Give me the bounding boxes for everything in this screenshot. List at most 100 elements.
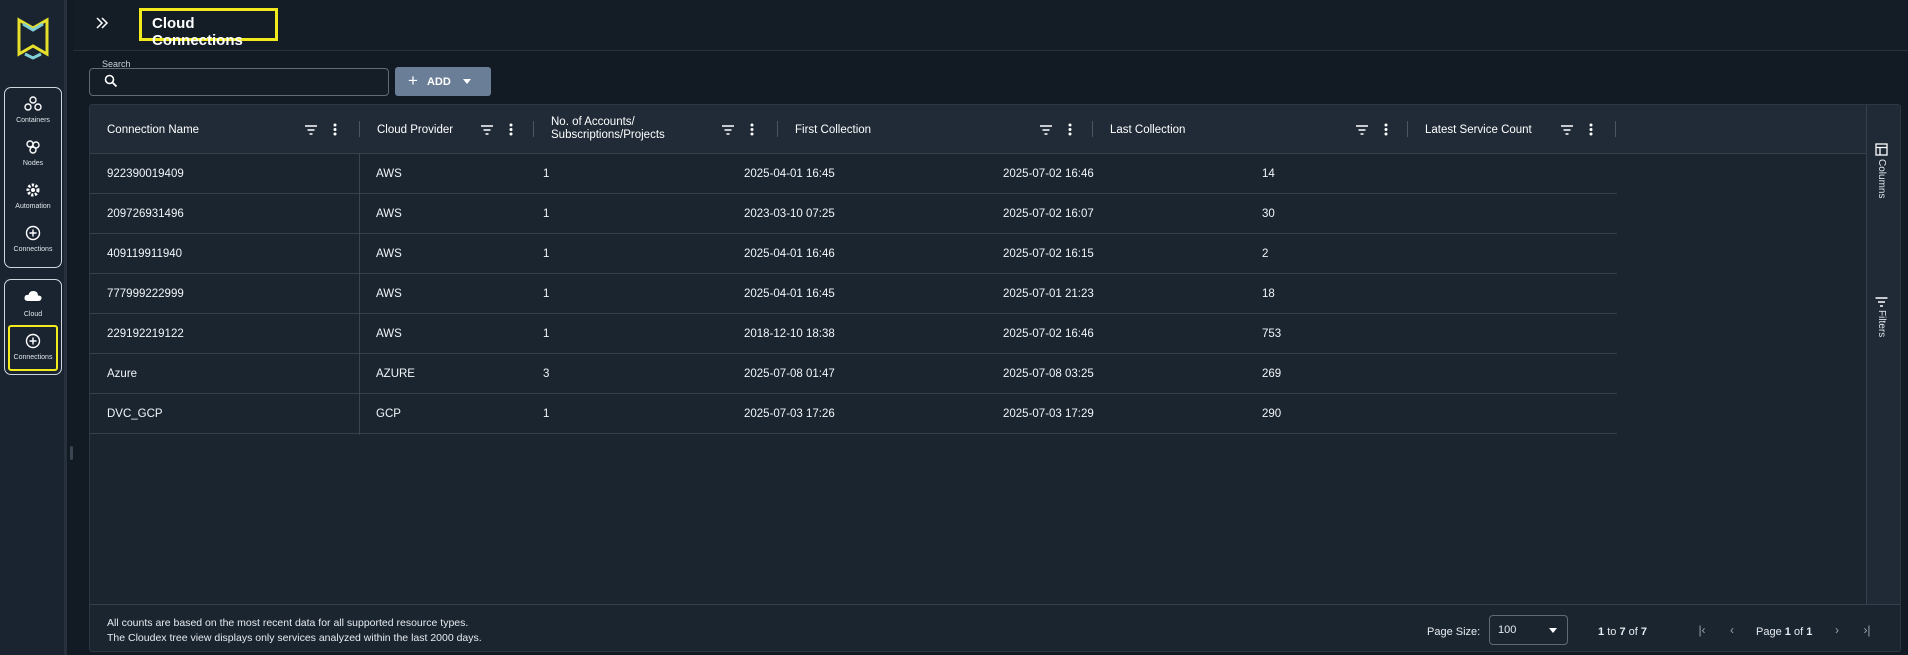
cell-latest-service-count: 753 (1262, 328, 1282, 340)
cell-last-collection: 2025-07-08 03:25 (1003, 368, 1094, 380)
filter-icon[interactable] (481, 124, 493, 135)
cell-latest-service-count: 30 (1262, 208, 1275, 220)
column-header-label: Cloud Provider (377, 123, 454, 136)
cell-latest-service-count: 290 (1262, 408, 1282, 420)
next-page-icon[interactable]: › (1830, 623, 1844, 637)
plus-circle-icon (25, 223, 41, 243)
cell-latest-service-count: 18 (1262, 288, 1275, 300)
rail-resize-handle[interactable] (70, 446, 73, 460)
page-info: Page 1 of 1 (1756, 626, 1812, 638)
cell-first-collection: 2025-04-01 16:45 (744, 168, 835, 180)
cell-accounts: 1 (543, 208, 550, 220)
cloud-icon (23, 286, 43, 306)
page-size-select[interactable]: 100 (1489, 615, 1568, 645)
cell-first-collection: 2018-12-10 18:38 (744, 328, 835, 340)
cell-accounts: 1 (543, 328, 550, 340)
cell-accounts: 1 (543, 408, 550, 420)
page-size-label: Page Size: (1427, 626, 1481, 638)
rail-item-cloud[interactable]: Cloud (5, 282, 61, 324)
cell-connection-name: 409119911940 (107, 248, 183, 260)
rail-item-cloud-connections[interactable]: Connections (8, 325, 58, 371)
search-input[interactable] (89, 68, 389, 96)
cell-accounts: 1 (543, 168, 550, 180)
table-row[interactable]: 922390019409 AWS 1 2025-04-01 16:45 2025-07-… (90, 154, 1617, 194)
rail-item-label: Containers (16, 117, 50, 124)
column-separator[interactable] (1615, 121, 1616, 137)
add-button[interactable]: + ADD (395, 67, 491, 96)
table-row[interactable]: DVC_GCP GCP 1 2025-07-03 17:26 2025-07-03 17… (90, 394, 1617, 434)
cell-latest-service-count: 14 (1262, 168, 1275, 180)
tab-columns[interactable]: Columns (1875, 143, 1888, 198)
rail-item-label: Connections (13, 246, 53, 253)
column-menu-icon[interactable] (509, 123, 513, 136)
cloudex-logo[interactable] (16, 16, 50, 60)
side-panel: Columns Filters (1866, 105, 1900, 604)
table-row[interactable]: 229192219122 AWS 1 2018-12-10 18:38 2025-07-… (90, 314, 1617, 354)
range-from: 1 (1598, 626, 1605, 638)
rail-item-automation[interactable]: Automation (5, 176, 61, 218)
cell-last-collection: 2025-07-02 16:46 (1003, 168, 1094, 180)
cell-accounts: 1 (543, 288, 550, 300)
column-header-label: Latest Service Count (1425, 123, 1532, 136)
cell-connection-name: 229192219122 (107, 328, 184, 340)
filter-icon[interactable] (1356, 124, 1368, 135)
column-header-label: Connection Name (107, 123, 200, 136)
table-body: 922390019409 AWS 1 2025-04-01 16:45 2025-07-… (90, 154, 1617, 434)
cell-first-collection: 2025-04-01 16:46 (744, 248, 835, 260)
table-row[interactable]: 209726931496 AWS 1 2023-03-10 07:25 2025-07-… (90, 194, 1617, 234)
cell-last-collection: 2025-07-02 16:46 (1003, 328, 1094, 340)
filter-icon[interactable] (1040, 124, 1052, 135)
tab-filters[interactable]: Filters (1875, 297, 1888, 337)
rail-item-containers[interactable]: Containers (5, 90, 61, 132)
plus-icon: + (408, 70, 418, 90)
column-menu-icon[interactable] (1068, 123, 1072, 136)
connections-table: Connection Name Cloud Provider No. of Ac… (89, 104, 1901, 652)
containers-icon (24, 94, 42, 114)
table-row[interactable]: 777999222999 AWS 1 2025-04-01 16:45 2025-07-… (90, 274, 1617, 314)
first-page-icon[interactable]: |‹ (1695, 623, 1709, 637)
column-header-label: Last Collection (1110, 123, 1186, 136)
cell-first-collection: 2025-04-01 16:45 (744, 288, 835, 300)
columns-tab-label: Columns (1876, 159, 1887, 199)
column-header-first-collection[interactable]: First Collection (778, 105, 1093, 154)
column-header-label: First Collection (795, 123, 872, 136)
column-header-cloud-provider[interactable]: Cloud Provider (360, 105, 534, 154)
plus-circle-icon (25, 331, 41, 351)
column-menu-icon[interactable] (333, 123, 337, 136)
last-page-icon[interactable]: ›| (1860, 623, 1874, 637)
previous-page-icon[interactable]: ‹ (1725, 623, 1739, 637)
search-icon (104, 74, 118, 88)
table-row[interactable]: Azure AZURE 3 2025-07-08 01:47 2025-07-08 03… (90, 354, 1617, 394)
column-header-latest-service-count[interactable]: Latest Service Count (1408, 105, 1616, 154)
filter-icon[interactable] (722, 124, 734, 135)
double-chevron-right-icon[interactable] (95, 13, 119, 33)
cell-last-collection: 2025-07-01 21:23 (1003, 288, 1094, 300)
pinned-column-border (359, 154, 360, 435)
rail-item-nodes[interactable]: Nodes (5, 133, 61, 175)
cell-first-collection: 2025-07-03 17:26 (744, 408, 835, 420)
cell-last-collection: 2025-07-02 16:07 (1003, 208, 1094, 220)
table-row[interactable]: 409119911940 AWS 1 2025-04-01 16:46 2025-07-… (90, 234, 1617, 274)
chevron-down-icon[interactable] (462, 79, 471, 84)
cell-cloud-provider: AZURE (376, 368, 415, 380)
filter-icon[interactable] (305, 124, 317, 135)
range-to-word: to (1607, 626, 1617, 638)
rail-item-label: Connections (13, 354, 53, 361)
cell-connection-name: 209726931496 (107, 208, 184, 220)
rail-group-cloud: Cloud Connections (4, 279, 62, 375)
page-header: Cloud Connections (73, 0, 1908, 51)
range-total: 7 (1640, 626, 1647, 638)
filter-icon[interactable] (1561, 124, 1573, 135)
column-menu-icon[interactable] (1589, 123, 1593, 136)
column-header-accounts[interactable]: No. of Accounts/ Subscriptions/Projects (534, 105, 778, 154)
column-menu-icon[interactable] (1384, 123, 1388, 136)
footer-note: The Cloudex tree view displays only serv… (107, 632, 482, 644)
cell-latest-service-count: 2 (1262, 248, 1269, 260)
columns-icon (1875, 143, 1888, 156)
column-header-last-collection[interactable]: Last Collection (1093, 105, 1408, 154)
rail-item-connections[interactable]: Connections (5, 219, 61, 261)
column-menu-icon[interactable] (750, 123, 754, 136)
column-header-label-line2: Subscriptions/Projects (551, 129, 665, 141)
cell-connection-name: 777999222999 (107, 288, 184, 300)
column-header-connection-name[interactable]: Connection Name (90, 105, 360, 154)
